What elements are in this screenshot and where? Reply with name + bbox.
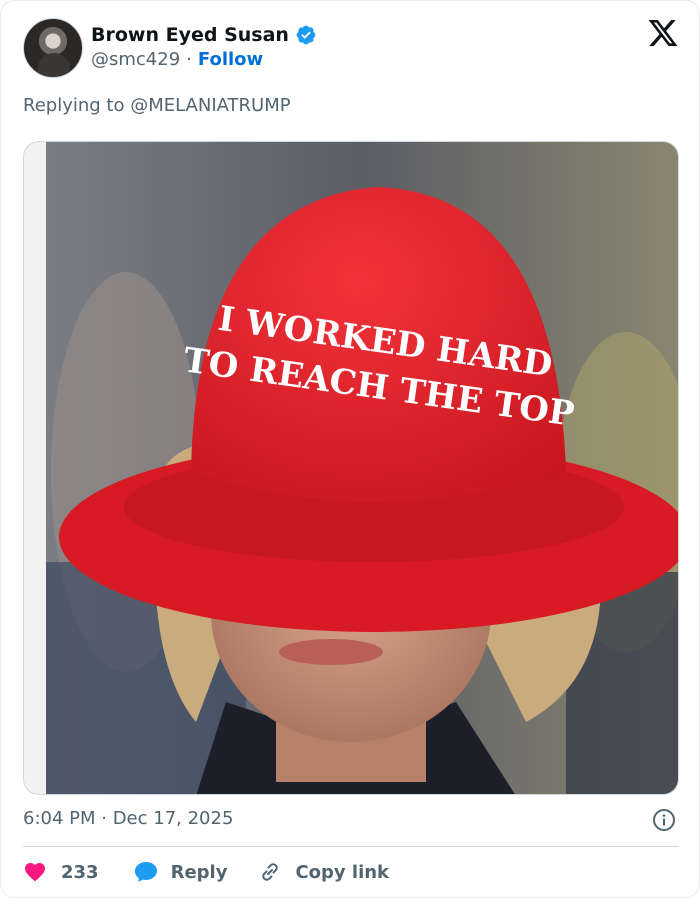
photo: I WORKED HARD TO REACH THE TOP [46, 142, 678, 794]
reply-button[interactable]: Reply [133, 860, 228, 884]
tweet-card: Brown Eyed Susan @smc429 · Follow Replyi… [0, 0, 700, 898]
heart-icon [25, 863, 45, 882]
author-handle[interactable]: @smc429 [91, 49, 180, 70]
copy-link-button[interactable]: Copy link [257, 860, 389, 884]
info-icon[interactable] [652, 808, 676, 832]
link-icon [262, 863, 279, 881]
tweet-timestamp[interactable]: 6:04 PM · Dec 17, 2025 [23, 808, 233, 829]
separator-dot: · [186, 49, 192, 70]
author-name[interactable]: Brown Eyed Susan [91, 24, 289, 46]
avatar[interactable] [23, 18, 83, 78]
replying-to[interactable]: Replying to @MELANIATRUMP [23, 95, 291, 116]
divider [23, 846, 679, 847]
x-logo-icon[interactable] [647, 17, 679, 49]
action-bar: 233 Reply Copy link [23, 857, 389, 887]
copy-link-label: Copy link [295, 861, 390, 883]
tweet-image[interactable]: I WORKED HARD TO REACH THE TOP [23, 141, 679, 795]
like-count: 233 [61, 861, 99, 883]
reply-bubble-icon [134, 862, 157, 882]
handle-row: @smc429 · Follow [91, 49, 263, 70]
author-name-row: Brown Eyed Susan [91, 22, 317, 48]
like-button[interactable]: 233 [23, 860, 99, 884]
follow-button[interactable]: Follow [198, 49, 263, 70]
reply-label: Reply [170, 861, 228, 883]
verified-badge-icon [296, 25, 316, 45]
